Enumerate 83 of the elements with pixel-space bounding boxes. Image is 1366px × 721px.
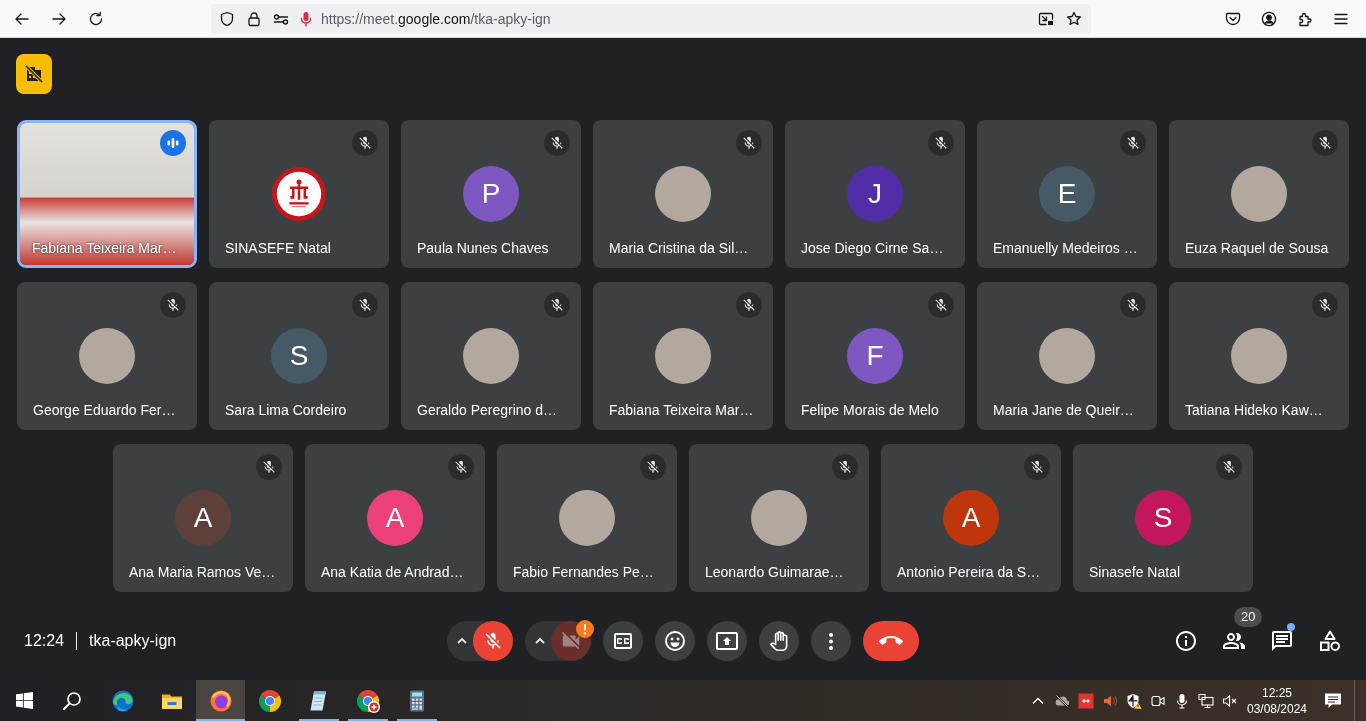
avatar-placeholder [559, 490, 615, 546]
participant-count-badge: 20 [1234, 607, 1263, 627]
avatar-initial: S [1135, 490, 1191, 546]
avatar-placeholder [1039, 328, 1095, 384]
windows-logo-icon[interactable] [15, 692, 33, 709]
avatar-initial: A [367, 490, 423, 546]
participant-name: SINASEFE Natal [225, 240, 331, 256]
url-text[interactable]: https://meet.google.com/tka-apky-ign [321, 10, 551, 27]
info-icon[interactable] [1174, 629, 1198, 653]
volume-mute-icon[interactable] [1222, 692, 1238, 709]
reactions-button[interactable] [655, 621, 695, 661]
participant-name: Fabio Fernandes Pe… [513, 564, 654, 580]
participant-name: Antonio Pereira da S… [897, 564, 1041, 580]
tricolor-circle-badge-icon [355, 688, 380, 713]
star-icon[interactable] [1066, 10, 1082, 27]
leave-call-button[interactable] [863, 621, 919, 661]
participant-name: Felipe Morais de Melo [801, 402, 939, 418]
participant-name: George Eduardo Fer… [33, 402, 176, 418]
flame-globe-icon [208, 688, 233, 713]
participant-name: Ana Katia de Andrad… [321, 564, 464, 580]
avatar-placeholder [655, 328, 711, 384]
participant-name: Fabiana Teixeira Mar… [32, 240, 177, 256]
camera-off-icon [560, 630, 582, 652]
network-monitor-icon[interactable] [1198, 692, 1214, 709]
participant-name: Maria Cristina da Sil… [609, 240, 749, 256]
participant-name: Paula Nunes Chaves [417, 240, 549, 256]
avatar-placeholder [655, 166, 711, 222]
search-icon[interactable] [62, 690, 82, 711]
avatar-initial: P [463, 166, 519, 222]
avatar-initial: A [943, 490, 999, 546]
avatar-placeholder [1231, 166, 1287, 222]
participant-name: Sinasefe Natal [1089, 564, 1181, 580]
avatar-initial: A [175, 490, 231, 546]
present-button[interactable] [707, 621, 747, 661]
participant-name: Fabiana Teixeira Mar… [609, 402, 754, 418]
avatar-initial: F [847, 328, 903, 384]
meeting-code: tka-apky-ign [89, 632, 177, 650]
chat-icon[interactable] [1270, 629, 1294, 653]
avatar-initial: E [1039, 166, 1095, 222]
more-vertical-icon [829, 632, 833, 650]
mic-off-icon [483, 631, 503, 651]
present-screen-icon [715, 629, 739, 653]
lock-icon[interactable] [246, 10, 262, 27]
raise-hand-button[interactable] [759, 621, 799, 661]
participant-name: Emanuelly Medeiros … [993, 240, 1138, 256]
taskbar-button[interactable] [196, 680, 245, 721]
participant-name: Geraldo Peregrino d… [417, 402, 558, 418]
microphone-icon[interactable] [1174, 692, 1190, 709]
more-options-button[interactable] [811, 621, 851, 661]
swirl-logo-icon [110, 688, 135, 713]
avatar-placeholder [1231, 328, 1287, 384]
ring-logo-icon [272, 167, 326, 221]
participant-name: Sara Lima Cordeiro [225, 402, 347, 418]
picture-in-picture-icon[interactable] [1038, 10, 1054, 27]
avatar-placeholder [79, 328, 135, 384]
shield-icon[interactable] [219, 10, 235, 27]
avatar-initial: J [847, 166, 903, 222]
shapes-icon[interactable] [1318, 629, 1342, 653]
clock-button[interactable]: 12:25 03/08/2024 [1242, 680, 1312, 721]
meeting-time: 12:24 [24, 632, 65, 650]
slashed-building-icon[interactable] [16, 54, 52, 94]
app-tile-icon[interactable] [1078, 692, 1094, 709]
participant-name: Jose Diego Cirne Sa… [801, 240, 944, 256]
smiley-icon [663, 629, 687, 653]
participant-name: Ana Maria Ramos Ve… [129, 564, 276, 580]
puzzle-piece-icon[interactable] [1297, 10, 1313, 27]
participant-name: Leonardo Guimarae… [705, 564, 844, 580]
avatar-placeholder [751, 490, 807, 546]
account-icon[interactable] [1261, 10, 1277, 27]
participant-name: Euza Raquel de Sousa [1185, 240, 1329, 256]
hand-icon [768, 630, 790, 652]
mic-button[interactable] [473, 621, 513, 661]
address-bar[interactable]: https://meet.google.com/tka-apky-ign [211, 3, 1091, 34]
participant-name: Tatiana Hideko Kaw… [1185, 402, 1323, 418]
cloud-off-icon[interactable] [1054, 692, 1070, 709]
participant-name: Maria Jane de Queir… [993, 402, 1134, 418]
pocket-icon[interactable] [1225, 10, 1241, 27]
avatar-placeholder [463, 328, 519, 384]
captions-button[interactable] [603, 621, 643, 661]
shield-warning-icon[interactable] [1126, 692, 1142, 709]
avatar-initial: S [271, 328, 327, 384]
tricolor-circle-icon [257, 688, 282, 713]
reload-icon[interactable] [88, 10, 104, 27]
